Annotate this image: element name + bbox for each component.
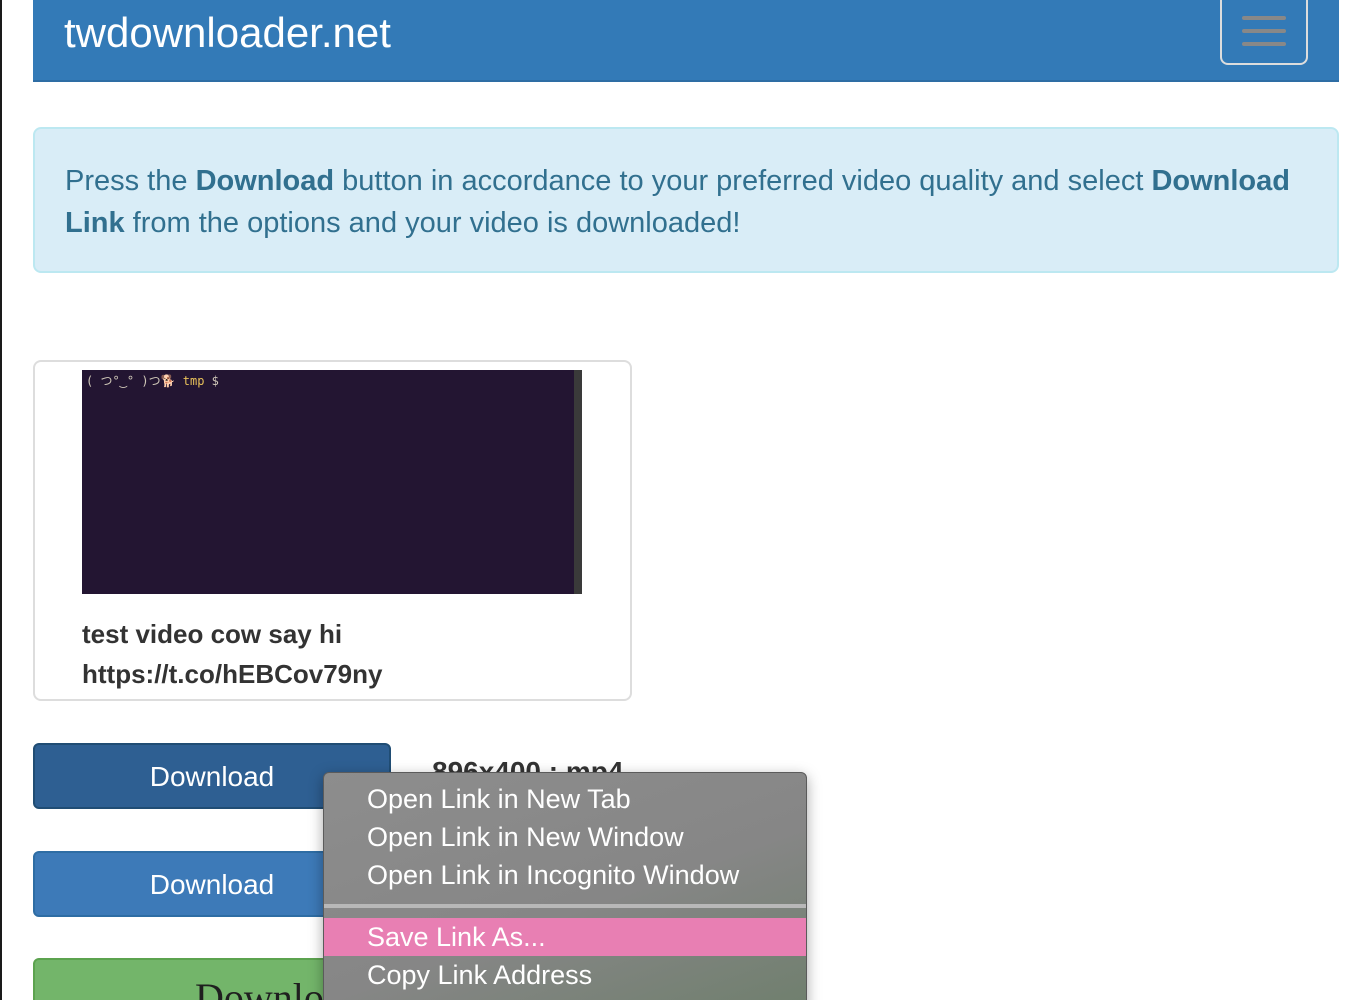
video-caption: test video cow say hi https://t.co/hEBCo… [82, 614, 602, 694]
navbar: twdownloader.net [33, 0, 1339, 82]
prompt-symbol: $ [211, 374, 219, 388]
menu-item-save-link-as[interactable]: Save Link As... [324, 918, 806, 956]
window-edge [0, 0, 2, 1000]
alert-text: button in accordance to your preferred v… [334, 165, 1152, 197]
video-thumbnail[interactable]: ( つ°‿° )つ🐕 tmp $ [82, 370, 582, 594]
terminal-prompt: ( つ°‿° )つ🐕 tmp $ [86, 372, 219, 389]
video-scrollbar [574, 370, 582, 594]
hamburger-bar [1242, 16, 1286, 20]
hamburger-menu-icon[interactable] [1220, 0, 1308, 65]
menu-separator [324, 904, 806, 908]
video-card: ( つ°‿° )つ🐕 tmp $ test video cow say hi h… [33, 360, 632, 701]
hamburger-bar [1242, 42, 1286, 46]
caption-title: test video cow say hi [82, 619, 343, 649]
site-brand[interactable]: twdownloader.net [64, 8, 391, 58]
alert-bold-download: Download [195, 165, 335, 197]
page: twdownloader.net Press the Download butt… [0, 0, 1346, 1000]
hamburger-bar [1242, 29, 1286, 33]
alert-text: from the options and your video is downl… [124, 207, 741, 239]
menu-item-open-incognito[interactable]: Open Link in Incognito Window [324, 856, 806, 894]
prompt-face: ( つ°‿° )つ🐕 [86, 374, 176, 388]
prompt-directory: tmp [182, 374, 205, 388]
instructions-alert: Press the Download button in accordance … [33, 127, 1339, 273]
menu-item-copy-link-address[interactable]: Copy Link Address [324, 956, 806, 994]
context-menu: Open Link in New Tab Open Link in New Wi… [323, 772, 807, 1000]
menu-item-open-new-tab[interactable]: Open Link in New Tab [324, 780, 806, 818]
menu-item-open-new-window[interactable]: Open Link in New Window [324, 818, 806, 856]
caption-link[interactable]: https://t.co/hEBCov79ny [82, 654, 602, 694]
alert-text: Press the [65, 165, 196, 197]
